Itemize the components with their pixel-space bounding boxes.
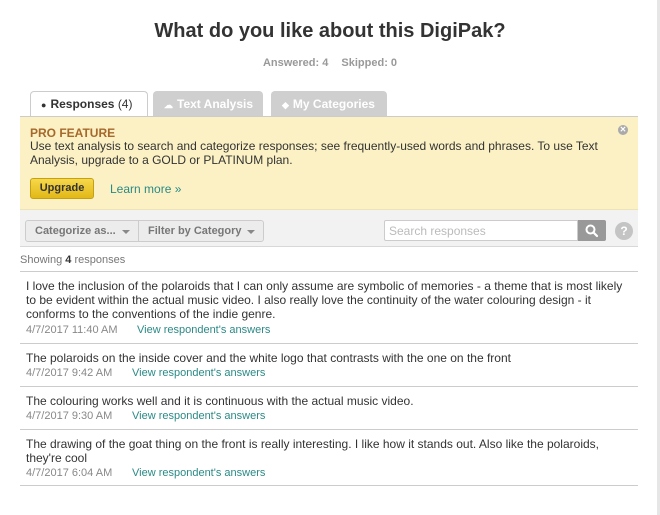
tab-responses-count: (4) (117, 97, 133, 111)
pro-feature-title: PRO FEATURE (30, 126, 116, 140)
categorize-dropdown[interactable]: Categorize as... (25, 220, 139, 242)
showing-suffix: responses (74, 254, 126, 266)
learn-more-link[interactable]: Learn more » (110, 182, 181, 196)
response-summary-page: What do you like about this DigiPak? Ans… (0, 0, 660, 515)
search-input[interactable] (384, 220, 578, 241)
upgrade-button[interactable]: Upgrade (30, 178, 94, 199)
tag-icon: ◆ (282, 100, 289, 110)
answered-count: Answered: 4 (262, 57, 329, 69)
response-timestamp: 4/7/2017 11:40 AM (26, 324, 118, 336)
skipped-count: Skipped: 0 (341, 57, 398, 69)
categorize-dropdown-label: Categorize as... (35, 225, 116, 237)
response-timestamp: 4/7/2017 9:42 AM (26, 367, 113, 379)
search-icon (585, 224, 599, 238)
response-toolbar: Categorize as... Filter by Category ? (20, 210, 638, 247)
speech-bubble-icon: ● (41, 100, 47, 110)
list-bottom-divider (20, 485, 638, 486)
response-text: The drawing of the goat thing on the fro… (26, 437, 599, 465)
showing-prefix: Showing (20, 254, 63, 266)
response-item: The polaroids on the inside cover and th… (20, 343, 638, 386)
tab-my-categories[interactable]: ◆ My Categories (271, 91, 387, 116)
filter-category-dropdown[interactable]: Filter by Category (138, 220, 264, 242)
response-timestamp: 4/7/2017 9:30 AM (26, 410, 113, 422)
chevron-down-icon (122, 230, 130, 234)
response-text: The colouring works well and it is conti… (26, 394, 414, 408)
view-respondent-link[interactable]: View respondent's answers (132, 467, 265, 479)
pro-feature-text: Use text analysis to search and categori… (30, 139, 598, 167)
showing-number: 4 (65, 254, 72, 266)
response-item: I love the inclusion of the polaroids th… (20, 271, 638, 343)
cloud-icon: ☁ (164, 100, 173, 110)
response-item: The drawing of the goat thing on the fro… (20, 429, 638, 486)
pro-feature-banner: PRO FEATURE Use text analysis to search … (20, 117, 638, 210)
tab-text-analysis[interactable]: ☁ Text Analysis (153, 91, 263, 116)
search-button[interactable] (578, 220, 606, 241)
response-text: I love the inclusion of the polaroids th… (26, 279, 623, 321)
response-text: The polaroids on the inside cover and th… (26, 351, 511, 365)
response-item: The colouring works well and it is conti… (20, 386, 638, 429)
tab-responses-label: Responses (50, 97, 115, 111)
close-icon[interactable]: ✕ (618, 125, 628, 135)
response-stats: Answered: 4 Skipped: 0 (0, 57, 660, 69)
filter-category-label: Filter by Category (148, 225, 242, 237)
question-title: What do you like about this DigiPak? (154, 20, 506, 42)
tab-responses[interactable]: ● Responses (4) (30, 91, 148, 117)
tab-my-categories-label: My Categories (292, 97, 375, 111)
chevron-down-icon (247, 230, 255, 234)
view-respondent-link[interactable]: View respondent's answers (132, 410, 265, 422)
help-icon[interactable]: ? (615, 222, 633, 240)
tab-text-analysis-label: Text Analysis (177, 97, 254, 111)
response-timestamp: 4/7/2017 6:04 AM (26, 467, 113, 479)
showing-count: Showing 4 responses (20, 254, 125, 266)
view-respondent-link[interactable]: View respondent's answers (132, 367, 265, 379)
view-respondent-link[interactable]: View respondent's answers (137, 324, 270, 336)
